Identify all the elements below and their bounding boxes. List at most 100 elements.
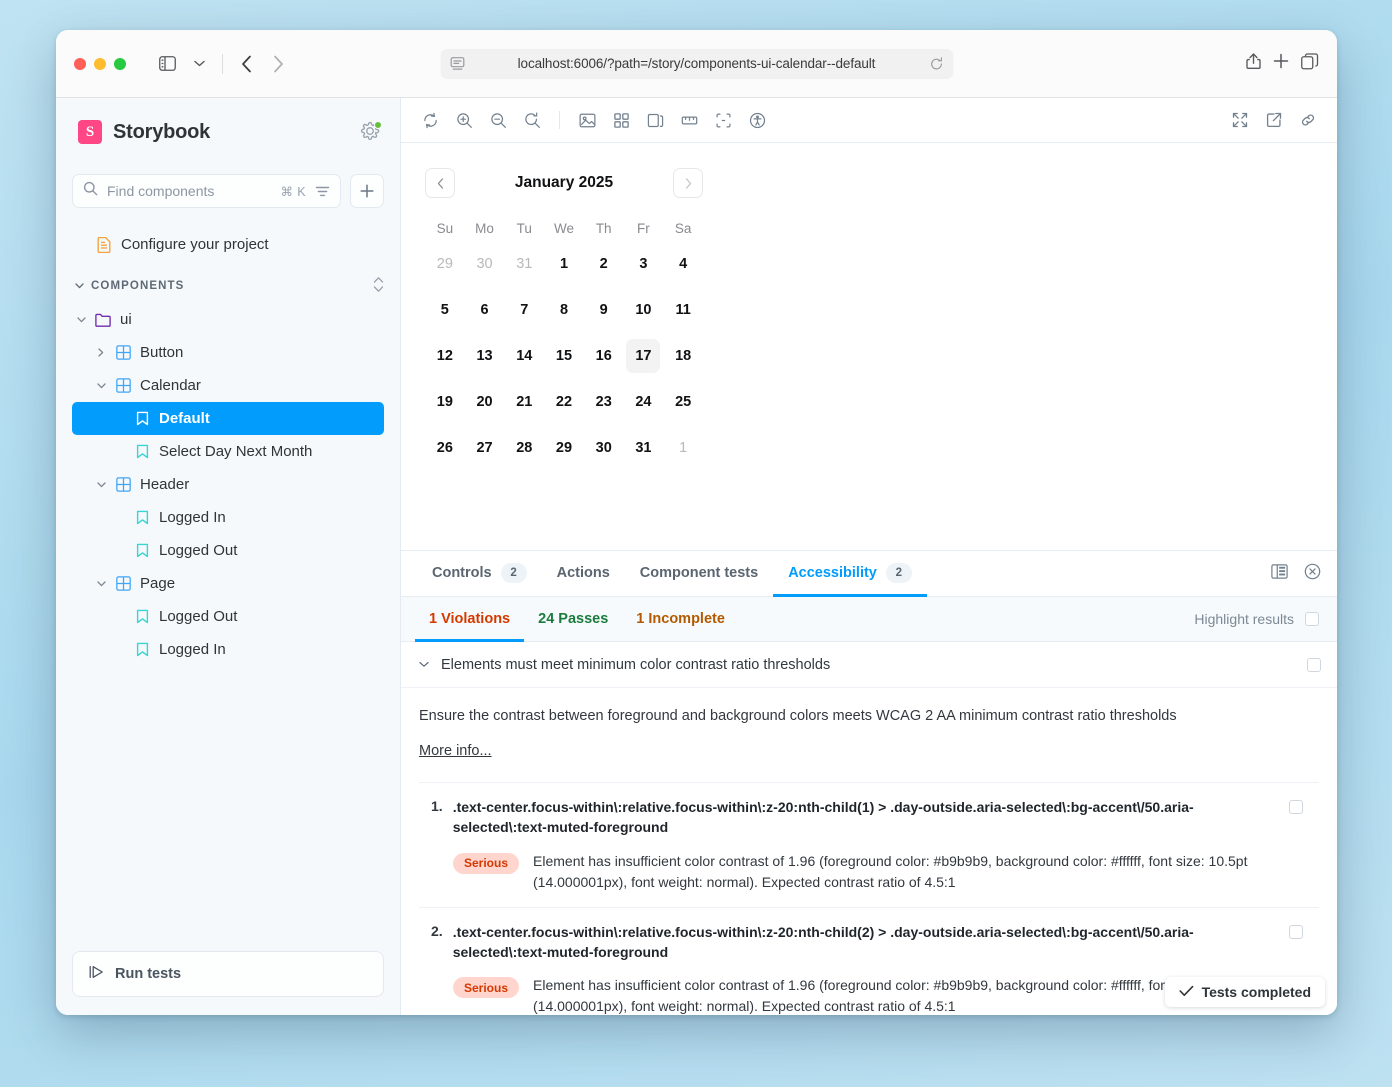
calendar-day[interactable]: 9 (584, 287, 624, 333)
calendar-day[interactable]: 24 (624, 379, 664, 425)
zoom-out-icon[interactable] (483, 106, 513, 134)
calendar-day[interactable]: 10 (624, 287, 664, 333)
share-icon[interactable] (1246, 52, 1261, 75)
chevron-down-icon[interactable] (419, 661, 429, 668)
calendar-day[interactable]: 22 (544, 379, 584, 425)
background-icon[interactable] (572, 106, 602, 134)
calendar-day[interactable]: 28 (504, 425, 544, 471)
calendar-next-month-button[interactable] (673, 168, 703, 198)
calendar-day[interactable]: 18 (663, 333, 703, 379)
calendar-day[interactable]: 25 (663, 379, 703, 425)
search-input[interactable]: Find components ⌘ K (72, 174, 341, 208)
components-group-header[interactable]: COMPONENTS (72, 271, 384, 301)
reader-view-icon[interactable] (450, 57, 464, 70)
open-new-tab-icon[interactable] (1259, 106, 1289, 134)
sidebar-item-button[interactable]: Button (72, 336, 384, 369)
calendar-day[interactable]: 15 (544, 333, 584, 379)
sidebar-item-header[interactable]: Header (72, 468, 384, 501)
rule-checkbox[interactable] (1307, 657, 1321, 672)
back-button[interactable] (231, 51, 261, 77)
measure-icon[interactable] (674, 106, 704, 134)
tab-incomplete[interactable]: 1 Incomplete (622, 598, 739, 642)
sidebar-item-select-day-next-month[interactable]: Select Day Next Month (72, 435, 384, 468)
violation-checkbox[interactable] (1289, 800, 1303, 815)
sidebar-item-header-logged-in[interactable]: Logged In (72, 501, 384, 534)
calendar-day[interactable]: 1 (544, 241, 584, 287)
calendar-day[interactable]: 2 (584, 241, 624, 287)
sidebar-toggle-icon[interactable] (152, 51, 182, 77)
panel-position-icon[interactable] (1271, 563, 1288, 584)
more-info-link[interactable]: More info... (419, 743, 492, 759)
highlight-results-control[interactable]: Highlight results (1194, 597, 1323, 641)
highlight-results-checkbox[interactable] (1305, 612, 1319, 626)
tab-controls[interactable]: Controls 2 (417, 552, 542, 597)
sidebar-item-header-logged-out[interactable]: Logged Out (72, 534, 384, 567)
calendar-day[interactable]: 8 (544, 287, 584, 333)
remount-icon[interactable] (415, 106, 445, 134)
calendar-day[interactable]: 6 (465, 287, 505, 333)
calendar-day[interactable]: 30 (465, 241, 505, 287)
viewport-icon[interactable] (640, 106, 670, 134)
calendar-day[interactable]: 31 (504, 241, 544, 287)
calendar-day[interactable]: 23 (584, 379, 624, 425)
tab-accessibility[interactable]: Accessibility 2 (773, 552, 927, 597)
calendar-day[interactable]: 13 (465, 333, 505, 379)
new-tab-icon[interactable] (1273, 53, 1289, 74)
violation-checkbox[interactable] (1289, 924, 1303, 939)
tab-component-tests[interactable]: Component tests (625, 552, 773, 597)
address-bar[interactable]: localhost:6006/?path=/story/components-u… (440, 48, 953, 79)
run-tests-button[interactable]: Run tests (72, 951, 384, 997)
calendar-day[interactable]: 5 (425, 287, 465, 333)
tab-overview-icon[interactable] (1301, 52, 1319, 75)
calendar-day[interactable]: 11 (663, 287, 703, 333)
sidebar-item-default[interactable]: Default (72, 402, 384, 435)
calendar-day[interactable]: 16 (584, 333, 624, 379)
calendar-day[interactable]: 4 (663, 241, 703, 287)
outline-icon[interactable] (708, 106, 738, 134)
zoom-in-icon[interactable] (449, 106, 479, 134)
calendar-day[interactable]: 26 (425, 425, 465, 471)
calendar-day[interactable]: 27 (465, 425, 505, 471)
filter-icon[interactable] (315, 185, 330, 198)
add-component-button[interactable] (350, 174, 384, 208)
sidebar-item-page-logged-out[interactable]: Logged Out (72, 600, 384, 633)
sidebar-item-page-logged-in[interactable]: Logged In (72, 633, 384, 666)
tab-actions[interactable]: Actions (542, 552, 625, 597)
tab-passes[interactable]: 24 Passes (524, 598, 622, 642)
brand[interactable]: S Storybook (72, 120, 384, 144)
sidebar-item-ui[interactable]: ui (72, 303, 384, 336)
close-icon[interactable] (1304, 563, 1321, 585)
status-badge[interactable]: Tests completed (1164, 977, 1325, 1007)
reload-icon[interactable] (929, 56, 943, 71)
calendar-day[interactable]: 14 (504, 333, 544, 379)
calendar-day[interactable]: 30 (584, 425, 624, 471)
calendar-day-selected[interactable]: 17 (624, 333, 664, 379)
calendar-day[interactable]: 29 (544, 425, 584, 471)
tab-violations[interactable]: 1 Violations (415, 598, 525, 642)
fullscreen-icon[interactable] (1225, 106, 1255, 134)
sidebar-item-page[interactable]: Page (72, 567, 384, 600)
chevron-down-icon[interactable] (184, 51, 214, 77)
copy-link-icon[interactable] (1293, 106, 1323, 134)
close-window-button[interactable] (74, 57, 86, 70)
accessibility-icon[interactable] (742, 106, 772, 134)
sidebar-item-configure[interactable]: Configure your project (72, 228, 384, 261)
sidebar-item-calendar[interactable]: Calendar (72, 369, 384, 402)
calendar-day[interactable]: 20 (465, 379, 505, 425)
forward-button[interactable] (263, 51, 293, 77)
minimize-window-button[interactable] (94, 57, 106, 70)
calendar-day[interactable]: 29 (425, 241, 465, 287)
calendar-day[interactable]: 21 (504, 379, 544, 425)
calendar-prev-month-button[interactable] (425, 168, 455, 198)
calendar-day[interactable]: 19 (425, 379, 465, 425)
gear-icon[interactable] (360, 121, 382, 143)
grid-icon[interactable] (606, 106, 636, 134)
zoom-reset-icon[interactable] (517, 106, 547, 134)
rule-header[interactable]: Elements must meet minimum color contras… (401, 642, 1337, 688)
calendar-day[interactable]: 7 (504, 287, 544, 333)
sort-icon[interactable] (373, 276, 384, 296)
calendar-day[interactable]: 3 (624, 241, 664, 287)
calendar-day[interactable]: 31 (624, 425, 664, 471)
maximize-window-button[interactable] (114, 57, 126, 70)
calendar-day[interactable]: 1 (663, 425, 703, 471)
